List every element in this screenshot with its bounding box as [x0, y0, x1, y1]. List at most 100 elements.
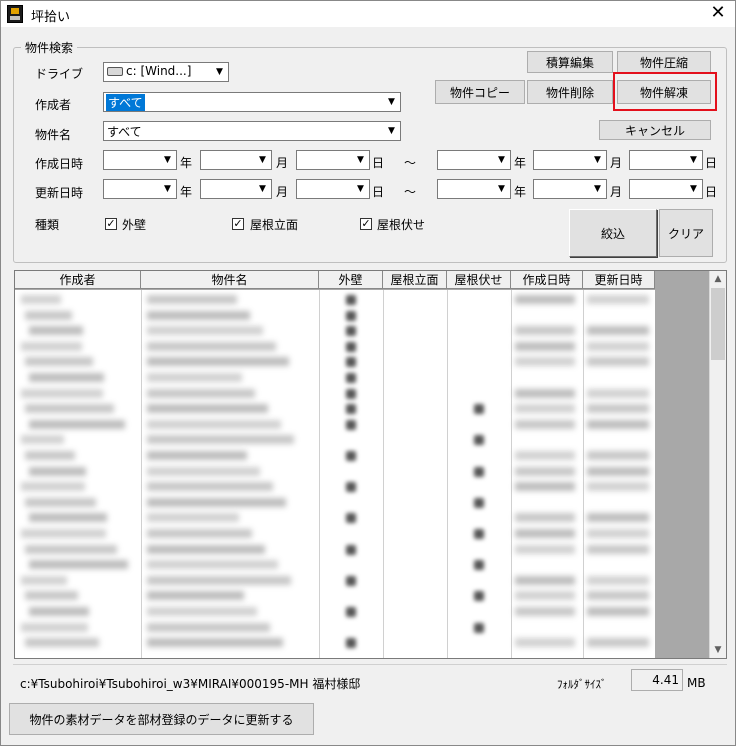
chevron-down-icon[interactable]: ▼ [384, 123, 399, 139]
table-row[interactable] [15, 573, 655, 589]
copy-button[interactable]: 物件コピー [435, 80, 525, 104]
chevron-down-icon[interactable]: ▼ [384, 94, 399, 110]
table-row[interactable] [15, 588, 655, 604]
table-row[interactable] [15, 604, 655, 620]
author-select[interactable]: すべて ▼ [103, 92, 401, 112]
table-row[interactable] [15, 354, 655, 370]
updated-from-month[interactable]: ▼ [200, 179, 272, 199]
table-row[interactable] [15, 308, 655, 324]
blurred-cell [587, 295, 649, 304]
results-table[interactable]: 作成者 物件名 外壁 屋根立面 屋根伏せ 作成日時 更新日時 ▲ ▼ [14, 270, 727, 659]
drive-select[interactable]: c: [Wind...] ▼ [103, 62, 229, 82]
created-to-day[interactable]: ▼ [629, 150, 703, 170]
table-row[interactable] [15, 557, 655, 573]
table-row[interactable] [15, 448, 655, 464]
blurred-cell [147, 295, 237, 304]
chevron-down-icon[interactable]: ▼ [255, 181, 270, 197]
chevron-down-icon[interactable]: ▼ [353, 152, 368, 168]
blurred-cell [147, 357, 289, 367]
table-row[interactable] [15, 510, 655, 526]
chevron-down-icon[interactable]: ▼ [353, 181, 368, 197]
roof-elevation-checkbox[interactable]: ✓ [232, 218, 244, 230]
exterior-wall-checkbox[interactable]: ✓ [105, 218, 117, 230]
created-from-month[interactable]: ▼ [200, 150, 272, 170]
chevron-down-icon[interactable]: ▼ [160, 181, 175, 197]
update-materials-button[interactable]: 物件の素材データを部材登録のデータに更新する [9, 703, 314, 735]
blurred-cell [587, 388, 649, 398]
column-header-property[interactable]: 物件名 [141, 271, 319, 289]
updated-to-month[interactable]: ▼ [533, 179, 607, 199]
table-row[interactable] [15, 479, 655, 495]
table-row[interactable] [15, 620, 655, 636]
table-row[interactable] [15, 370, 655, 386]
roof-plan-checkbox[interactable]: ✓ [360, 218, 372, 230]
blurred-cell [587, 529, 649, 538]
blurred-cell [21, 435, 64, 445]
table-row[interactable] [15, 542, 655, 558]
clear-button[interactable]: クリア [659, 209, 713, 257]
created-from-day[interactable]: ▼ [296, 150, 370, 170]
scroll-thumb[interactable] [711, 288, 725, 360]
cancel-button[interactable]: キャンセル [599, 120, 711, 140]
updated-to-year[interactable]: ▼ [437, 179, 511, 199]
created-to-year[interactable]: ▼ [437, 150, 511, 170]
day-unit: 日 [705, 185, 718, 199]
updated-from-year[interactable]: ▼ [103, 179, 177, 199]
table-row[interactable] [15, 526, 655, 542]
created-from-year[interactable]: ▼ [103, 150, 177, 170]
chevron-down-icon[interactable]: ▼ [255, 152, 270, 168]
app-icon [7, 5, 23, 23]
blurred-cell [29, 607, 89, 616]
chevron-down-icon[interactable]: ▼ [686, 152, 701, 168]
column-header-exterior-wall[interactable]: 外壁 [319, 271, 383, 289]
column-header-roof-elevation[interactable]: 屋根立面 [383, 271, 447, 289]
folder-size-unit: MB [687, 676, 706, 690]
chevron-down-icon[interactable]: ▼ [686, 181, 701, 197]
blurred-cell [29, 513, 107, 523]
author-value: すべて [106, 94, 145, 111]
close-icon[interactable]: ✕ [705, 1, 731, 25]
table-row[interactable] [15, 432, 655, 448]
vertical-scrollbar[interactable]: ▲ ▼ [709, 271, 726, 658]
blurred-cell [147, 497, 286, 507]
column-header-author[interactable]: 作成者 [15, 271, 141, 289]
property-select[interactable]: すべて ▼ [103, 121, 401, 141]
blurred-cell [25, 451, 75, 460]
blurred-mark [346, 513, 356, 524]
column-header-roof-plan[interactable]: 屋根伏せ [447, 271, 511, 289]
updated-to-day[interactable]: ▼ [629, 179, 703, 199]
created-to-month[interactable]: ▼ [533, 150, 607, 170]
blurred-cell [25, 404, 114, 414]
blurred-cell [147, 513, 239, 523]
blurred-cell [147, 373, 242, 382]
chevron-down-icon[interactable]: ▼ [212, 64, 227, 80]
chevron-down-icon[interactable]: ▼ [494, 152, 509, 168]
scroll-down-icon[interactable]: ▼ [710, 642, 726, 658]
blurred-cell [515, 482, 575, 492]
table-row[interactable] [15, 292, 655, 308]
chevron-down-icon[interactable]: ▼ [590, 152, 605, 168]
table-row[interactable] [15, 386, 655, 402]
updated-from-day[interactable]: ▼ [296, 179, 370, 199]
blurred-cell [515, 451, 575, 460]
blurred-cell [29, 560, 128, 570]
table-row[interactable] [15, 339, 655, 355]
table-body[interactable] [15, 290, 655, 658]
blurred-mark [346, 295, 356, 305]
chevron-down-icon[interactable]: ▼ [160, 152, 175, 168]
column-header-updated[interactable]: 更新日時 [583, 271, 655, 289]
table-row[interactable] [15, 495, 655, 511]
table-row[interactable] [15, 464, 655, 480]
table-row[interactable] [15, 323, 655, 339]
estimate-edit-button[interactable]: 積算編集 [527, 51, 613, 73]
filter-button[interactable]: 絞込 [569, 209, 657, 257]
table-row[interactable] [15, 417, 655, 433]
chevron-down-icon[interactable]: ▼ [590, 181, 605, 197]
compress-button[interactable]: 物件圧縮 [617, 51, 711, 73]
chevron-down-icon[interactable]: ▼ [494, 181, 509, 197]
table-row[interactable] [15, 635, 655, 651]
table-row[interactable] [15, 401, 655, 417]
column-header-created[interactable]: 作成日時 [511, 271, 583, 289]
scroll-up-icon[interactable]: ▲ [710, 271, 726, 287]
delete-button[interactable]: 物件削除 [527, 80, 613, 104]
